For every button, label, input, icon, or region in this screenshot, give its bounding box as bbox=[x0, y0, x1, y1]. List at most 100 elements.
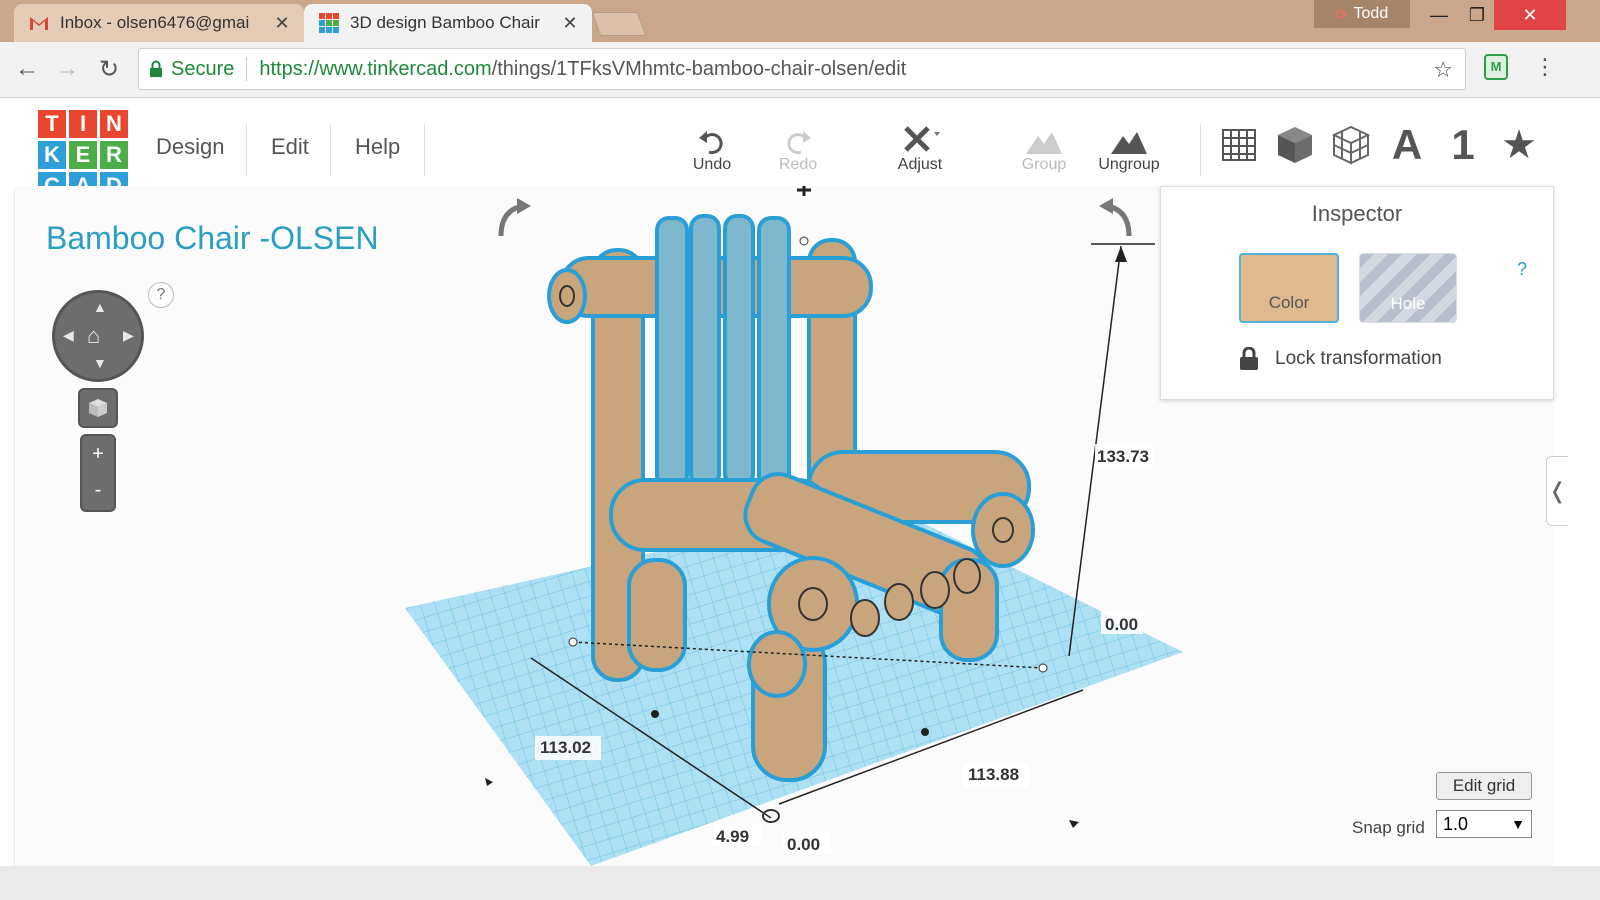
orbit-right-icon[interactable]: ▶ bbox=[123, 327, 134, 344]
inspector-help-button[interactable]: ? bbox=[1517, 259, 1527, 280]
grid-icon bbox=[1222, 129, 1256, 161]
group-label: Group bbox=[1021, 156, 1067, 173]
logo-letter: R bbox=[100, 141, 128, 169]
forward-button[interactable]: → bbox=[52, 54, 82, 84]
close-tab-icon[interactable]: ✕ bbox=[558, 13, 582, 34]
profile-button[interactable]: ⟳ Todd bbox=[1314, 0, 1410, 28]
adjust-icon bbox=[904, 126, 940, 152]
snap-grid-value: 1.0 bbox=[1443, 813, 1469, 834]
divider bbox=[330, 124, 331, 176]
browser-menu-icon[interactable]: ⋮ bbox=[1534, 54, 1556, 80]
width-left-dimension[interactable]: 113.02 bbox=[540, 738, 591, 757]
url-host: www.tinkercad.com bbox=[319, 57, 492, 80]
redo-label: Redo bbox=[778, 156, 818, 173]
lock-icon bbox=[150, 60, 162, 77]
back-button[interactable]: ← bbox=[12, 54, 42, 84]
redo-icon bbox=[787, 131, 811, 155]
top-offset-dimension[interactable]: 0.00 bbox=[1105, 615, 1138, 634]
number-tool[interactable]: 1 bbox=[1440, 121, 1486, 168]
close-tab-icon[interactable]: ✕ bbox=[270, 13, 294, 34]
menu-design[interactable]: Design bbox=[156, 134, 224, 160]
address-bar[interactable]: Secure https://www.tinkercad.com/things/… bbox=[138, 48, 1466, 90]
home-view-icon[interactable]: ⌂ bbox=[87, 323, 100, 349]
orbit-down-icon[interactable]: ▼ bbox=[93, 355, 107, 371]
workplane-grid-tool[interactable] bbox=[1216, 124, 1262, 166]
divider bbox=[246, 57, 248, 81]
bottom-offset-dimension[interactable]: 0.00 bbox=[787, 835, 820, 854]
lock-transformation-toggle[interactable]: Lock transformation bbox=[1239, 347, 1442, 371]
profile-name: Todd bbox=[1353, 5, 1389, 22]
gmail-icon bbox=[30, 17, 48, 30]
wire-cube-icon bbox=[1332, 125, 1370, 165]
cube-icon bbox=[89, 399, 107, 417]
logo-letter: N bbox=[100, 110, 128, 138]
inspector-title: Inspector bbox=[1311, 201, 1403, 226]
elevation-dimension[interactable]: 4.99 bbox=[716, 827, 749, 846]
view-help-button[interactable]: ? bbox=[148, 282, 174, 308]
divider bbox=[1200, 124, 1201, 176]
inspector-panel: Inspector Color Hole ? Lock transformati… bbox=[1160, 186, 1554, 400]
tab-label: 3D design Bamboo Chair bbox=[350, 13, 540, 32]
fit-view-button[interactable] bbox=[78, 388, 118, 428]
divider bbox=[424, 124, 425, 176]
cube-icon bbox=[1278, 127, 1312, 163]
browser-tab-strip: Inbox - olsen6476@gmai ✕ 3D design Bambo… bbox=[0, 0, 1600, 42]
reload-button[interactable]: ↻ bbox=[94, 54, 124, 84]
logo-letter: K bbox=[38, 141, 66, 169]
divider bbox=[246, 124, 247, 176]
redo-button[interactable]: Redo bbox=[753, 120, 843, 174]
lock-label: Lock transformation bbox=[1275, 348, 1442, 369]
secure-label: Secure bbox=[171, 57, 235, 80]
browser-toolbar: ← → ↻ Secure https://www.tinkercad.com/t… bbox=[0, 42, 1600, 98]
tinkercad-icon bbox=[319, 13, 339, 33]
logo-letter: T bbox=[38, 110, 66, 138]
bookmark-star-icon[interactable]: ☆ bbox=[1433, 57, 1453, 83]
text-tool[interactable]: A bbox=[1384, 121, 1430, 168]
group-icon bbox=[1026, 132, 1062, 154]
design-title[interactable]: Bamboo Chair -OLSEN bbox=[46, 220, 379, 257]
favorites-star-icon[interactable]: ★ bbox=[1496, 123, 1542, 167]
color-button[interactable]: Color bbox=[1239, 253, 1339, 323]
ruler-tool[interactable] bbox=[1328, 124, 1374, 166]
browser-tab-gmail[interactable]: Inbox - olsen6476@gmai ✕ bbox=[14, 4, 304, 42]
url-scheme: https:// bbox=[259, 57, 320, 80]
edit-grid-button[interactable]: Edit grid bbox=[1436, 772, 1532, 800]
zoom-controls: + - bbox=[80, 434, 116, 512]
zoom-out-button[interactable]: - bbox=[82, 472, 114, 508]
height-dimension[interactable]: 133.73 bbox=[1097, 447, 1149, 466]
logo-letter: E bbox=[69, 141, 97, 169]
status-bar bbox=[0, 866, 1600, 900]
undo-button[interactable]: Undo bbox=[667, 120, 757, 174]
adjust-button[interactable]: Adjust bbox=[875, 120, 965, 174]
tab-label: Inbox - olsen6476@gmai bbox=[60, 13, 250, 32]
zoom-in-button[interactable]: + bbox=[82, 436, 114, 472]
undo-label: Undo bbox=[692, 156, 732, 173]
url-text: https://www.tinkercad.com/things/1TFksVM… bbox=[259, 58, 906, 81]
view-navigation-pad[interactable]: ▲ ▼ ◀ ▶ ⌂ bbox=[52, 290, 144, 382]
menu-help[interactable]: Help bbox=[355, 134, 400, 160]
logo-letter: I bbox=[69, 110, 97, 138]
adjust-label: Adjust bbox=[897, 156, 943, 173]
group-button[interactable]: Group bbox=[999, 120, 1089, 174]
hole-button[interactable]: Hole bbox=[1359, 253, 1457, 323]
secure-indicator[interactable]: Secure bbox=[149, 58, 234, 81]
ungroup-label: Ungroup bbox=[1098, 156, 1160, 173]
orbit-left-icon[interactable]: ◀ bbox=[63, 327, 74, 344]
ungroup-icon bbox=[1111, 132, 1147, 154]
collapse-panel-tab[interactable]: ❬ bbox=[1546, 456, 1568, 526]
snap-grid-select[interactable]: 1.0 ▼ bbox=[1436, 810, 1532, 838]
extension-icon[interactable]: M bbox=[1484, 54, 1508, 80]
lock-icon bbox=[1240, 347, 1258, 370]
box-shape-tool[interactable] bbox=[1272, 124, 1318, 166]
menu-edit[interactable]: Edit bbox=[271, 134, 309, 160]
width-right-dimension[interactable]: 113.88 bbox=[968, 765, 1019, 784]
orbit-up-icon[interactable]: ▲ bbox=[93, 299, 107, 315]
close-window-button[interactable]: ✕ bbox=[1494, 0, 1566, 30]
ungroup-button[interactable]: Ungroup bbox=[1084, 120, 1174, 174]
undo-icon bbox=[699, 131, 723, 155]
dropdown-arrow-icon: ▼ bbox=[1511, 816, 1525, 832]
browser-tab-tinkercad[interactable]: 3D design Bamboo Chair ✕ bbox=[304, 4, 592, 42]
profile-sync-icon: ⟳ bbox=[1335, 5, 1348, 22]
new-tab-button[interactable] bbox=[591, 12, 647, 36]
snap-grid-label: Snap grid bbox=[1352, 818, 1425, 837]
